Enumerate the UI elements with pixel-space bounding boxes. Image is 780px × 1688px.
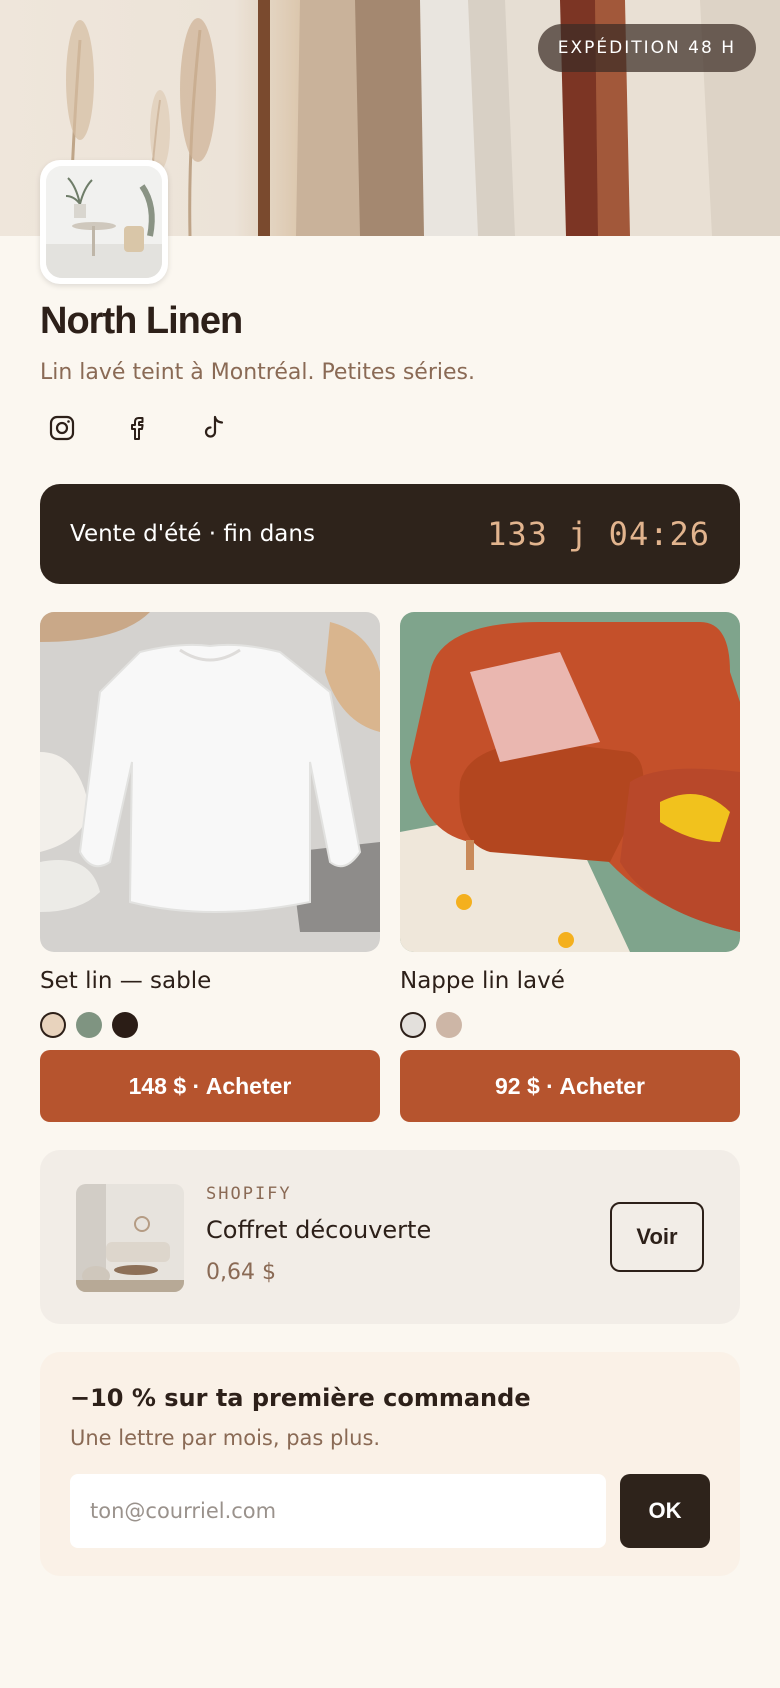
sale-label: Vente d'été · fin dans <box>70 521 315 547</box>
newsletter-subtitle: Une lettre par mois, pas plus. <box>70 1426 381 1450</box>
facebook-icon[interactable] <box>122 412 154 444</box>
view-button[interactable]: Voir <box>610 1202 704 1272</box>
instagram-icon[interactable] <box>46 412 78 444</box>
color-swatch[interactable] <box>436 1012 462 1038</box>
shopify-product-card: SHOPIFY Coffret découverte 0,64 $ Voir <box>40 1150 740 1324</box>
social-links <box>46 412 230 444</box>
newsletter-title: −10 % sur ta première commande <box>70 1384 531 1412</box>
product-card: Nappe lin lavé 92 $ · Acheter <box>400 612 740 1122</box>
shopify-product-image[interactable] <box>76 1184 184 1292</box>
product-image[interactable] <box>400 612 740 952</box>
email-field[interactable] <box>70 1474 606 1548</box>
buy-button[interactable]: 148 $ · Acheter <box>40 1050 380 1122</box>
product-name: Set lin — sable <box>40 968 212 994</box>
shipping-badge: EXPÉDITION 48 H <box>537 24 756 72</box>
shop-name: North Linen <box>40 300 243 342</box>
newsletter-signup: −10 % sur ta première commande Une lettr… <box>40 1352 740 1576</box>
subscribe-button[interactable]: OK <box>620 1474 710 1548</box>
shop-avatar <box>40 160 168 284</box>
page: EXPÉDITION 48 H North Linen Lin lavé tei… <box>0 0 780 1688</box>
color-swatches <box>40 1012 380 1038</box>
product-image[interactable] <box>40 612 380 952</box>
product-name: Nappe lin lavé <box>400 968 565 994</box>
shop-tagline: Lin lavé teint à Montréal. Petites série… <box>40 360 475 385</box>
shopify-product-price: 0,64 $ <box>206 1260 276 1285</box>
buy-button[interactable]: 92 $ · Acheter <box>400 1050 740 1122</box>
product-card: Set lin — sable 148 $ · Acheter <box>40 612 380 1122</box>
shopify-source-label: SHOPIFY <box>206 1184 292 1204</box>
color-swatch[interactable] <box>112 1012 138 1038</box>
color-swatch[interactable] <box>40 1012 66 1038</box>
color-swatches <box>400 1012 740 1038</box>
color-swatch[interactable] <box>76 1012 102 1038</box>
tiktok-icon[interactable] <box>198 412 230 444</box>
avatar-image <box>46 166 162 278</box>
sale-countdown: Vente d'été · fin dans 133 j 04:26 <box>40 484 740 584</box>
color-swatch[interactable] <box>400 1012 426 1038</box>
shopify-product-title: Coffret découverte <box>206 1216 432 1244</box>
sale-timer: 133 j 04:26 <box>487 515 710 553</box>
